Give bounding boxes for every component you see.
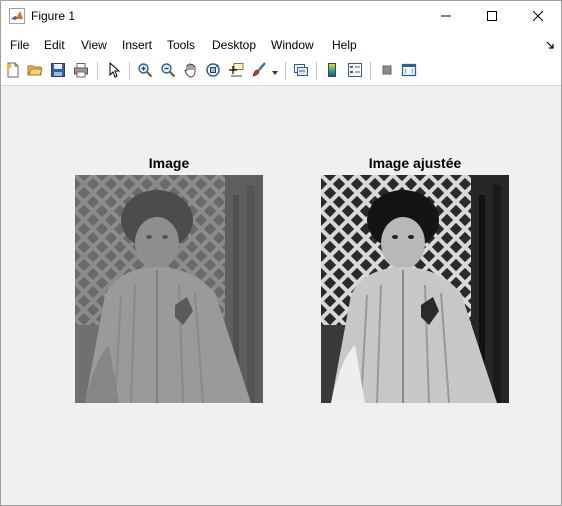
- colorbar-button[interactable]: [322, 61, 342, 81]
- pan-hand-icon: [183, 62, 199, 81]
- menu-insert[interactable]: Insert: [122, 38, 152, 52]
- pan-button[interactable]: [181, 61, 201, 81]
- figure-window: Figure 1 File Edit View Insert Tools Des…: [0, 0, 562, 506]
- menu-window[interactable]: Window: [271, 38, 314, 52]
- data-cursor-button[interactable]: [226, 61, 246, 81]
- link-plot-icon: [293, 62, 309, 81]
- menu-help[interactable]: Help: [332, 38, 357, 52]
- print-button[interactable]: [71, 61, 91, 81]
- legend-button[interactable]: [345, 61, 365, 81]
- maximize-icon: [487, 10, 497, 24]
- figure-toolbar: [1, 57, 561, 86]
- new-file-icon: [5, 62, 21, 81]
- close-button[interactable]: [515, 1, 561, 32]
- zoom-in-button[interactable]: [135, 61, 155, 81]
- menu-view[interactable]: View: [81, 38, 107, 52]
- show-plot-tools-icon: [401, 62, 417, 81]
- menu-edit[interactable]: Edit: [44, 38, 65, 52]
- minimize-icon: [441, 10, 451, 24]
- adjusted-image: [321, 175, 509, 403]
- matlab-logo-icon: [9, 8, 25, 24]
- window-title: Figure 1: [31, 9, 76, 23]
- toolbar-separator: [97, 62, 98, 80]
- hide-plot-tools-button[interactable]: [377, 61, 397, 81]
- save-button[interactable]: [48, 61, 68, 81]
- axes-title-adjusted: Image ajustée: [368, 155, 462, 171]
- printer-icon: [73, 62, 89, 81]
- menu-desktop[interactable]: Desktop: [212, 38, 256, 52]
- zoom-in-icon: [137, 62, 153, 81]
- open-file-button[interactable]: [25, 61, 45, 81]
- rotate-3d-button[interactable]: [203, 61, 223, 81]
- menu-tools[interactable]: Tools: [167, 38, 195, 52]
- link-plot-button[interactable]: [291, 61, 311, 81]
- toolbar-separator: [129, 62, 130, 80]
- minimize-button[interactable]: [423, 1, 469, 32]
- zoom-out-button[interactable]: [158, 61, 178, 81]
- toolbar-separator: [316, 62, 317, 80]
- data-cursor-icon: [228, 62, 244, 81]
- save-disk-icon: [50, 62, 66, 81]
- legend-icon: [347, 62, 363, 81]
- brush-button[interactable]: [249, 61, 269, 81]
- maximize-button[interactable]: [469, 1, 515, 32]
- dropdown-arrow-icon: [272, 64, 278, 78]
- rotate-3d-icon: [205, 62, 221, 81]
- zoom-out-icon: [160, 62, 176, 81]
- folder-open-icon: [27, 62, 43, 81]
- toolbar-separator: [370, 62, 371, 80]
- pointer-arrow-icon: [106, 61, 122, 81]
- close-icon: [532, 10, 544, 24]
- toolbar-separator: [285, 62, 286, 80]
- edit-plot-button[interactable]: [104, 61, 124, 81]
- title-bar: Figure 1: [1, 1, 561, 32]
- original-image: [75, 175, 263, 403]
- menu-file[interactable]: File: [10, 38, 29, 52]
- brush-icon: [251, 61, 267, 81]
- axes-title-original: Image: [148, 155, 190, 171]
- show-plot-tools-button[interactable]: [399, 61, 419, 81]
- brush-dropdown-button[interactable]: [269, 61, 281, 81]
- new-figure-button[interactable]: [3, 61, 23, 81]
- dock-arrow-icon[interactable]: [546, 39, 555, 53]
- colorbar-icon: [324, 62, 340, 81]
- menu-bar: File Edit View Insert Tools Desktop Wind…: [1, 34, 561, 56]
- hide-plot-tools-icon: [379, 62, 395, 81]
